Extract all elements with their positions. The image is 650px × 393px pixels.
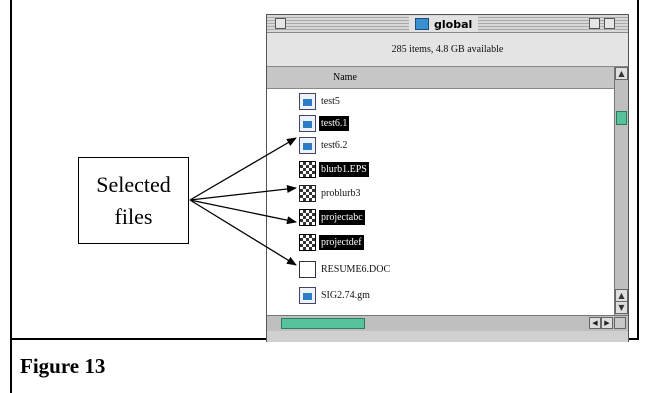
file-name: test6.2	[321, 140, 348, 151]
application-icon	[299, 287, 316, 304]
collapse-box-icon[interactable]	[604, 18, 615, 29]
plain-document-icon	[299, 261, 316, 278]
callout-line-1: Selected	[96, 171, 171, 197]
vertical-scroll-thumb[interactable]	[616, 111, 627, 125]
window-title-group: global	[409, 16, 479, 32]
scroll-right-icon[interactable]: ▶	[601, 317, 613, 329]
program-icon	[299, 185, 316, 202]
zoom-box-icon[interactable]	[589, 18, 600, 29]
window-bottom-edge	[267, 331, 628, 342]
close-box-icon[interactable]	[275, 18, 286, 29]
list-item[interactable]: projectdef	[267, 232, 614, 252]
figure-caption: Figure 13	[20, 354, 106, 378]
list-item[interactable]: RESUME6.DOC	[267, 259, 614, 279]
horizontal-scrollbar[interactable]: ◀ ▶	[267, 315, 628, 331]
file-name: projectabc	[319, 210, 365, 225]
program-icon	[299, 209, 316, 226]
list-item[interactable]: test5	[267, 91, 614, 111]
column-header-name[interactable]: Name	[267, 67, 614, 89]
column-header-label: Name	[333, 72, 357, 83]
list-item[interactable]: projectabc	[267, 207, 614, 227]
file-list: test5 test6.1 test6.2 blurb1.EPS problur…	[267, 89, 614, 315]
file-name: SIG2.74.gm	[321, 290, 370, 301]
scroll-up-icon[interactable]: ▲	[615, 67, 628, 80]
selected-files-callout: Selected files	[78, 157, 189, 244]
program-icon	[299, 234, 316, 251]
document-icon	[299, 137, 316, 154]
file-name: test6.1	[319, 116, 350, 131]
title-bar[interactable]: global	[267, 15, 628, 33]
file-name: RESUME6.DOC	[321, 264, 391, 275]
list-item[interactable]: SIG2.74.gm	[267, 285, 614, 305]
window-info-bar: 285 items, 4.8 GB available	[267, 33, 628, 67]
callout-line-2: files	[114, 203, 153, 229]
list-item[interactable]: problurb3	[267, 183, 614, 203]
list-item[interactable]: test6.1	[267, 113, 614, 133]
file-name: test5	[321, 96, 340, 107]
document-icon	[299, 115, 316, 132]
list-item[interactable]: blurb1.EPS	[267, 159, 614, 179]
frame-stub-line	[10, 340, 12, 393]
list-item[interactable]: test6.2	[267, 135, 614, 155]
horizontal-scroll-thumb[interactable]	[281, 318, 365, 329]
finder-window: global 285 items, 4.8 GB available Name …	[266, 14, 629, 342]
items-available-text: 285 items, 4.8 GB available	[391, 44, 504, 55]
file-name: problurb3	[321, 188, 361, 199]
resize-grip-icon[interactable]	[614, 317, 626, 329]
scroll-down-icon[interactable]: ▼	[615, 301, 628, 314]
file-name: blurb1.EPS	[319, 162, 369, 177]
program-icon	[299, 161, 316, 178]
window-title: global	[434, 17, 473, 31]
file-name: projectdef	[319, 235, 364, 250]
document-icon	[299, 93, 316, 110]
folder-icon	[415, 18, 429, 30]
scroll-left-icon[interactable]: ◀	[589, 317, 601, 329]
vertical-scrollbar[interactable]: ▲ ▲ ▼	[614, 67, 628, 315]
